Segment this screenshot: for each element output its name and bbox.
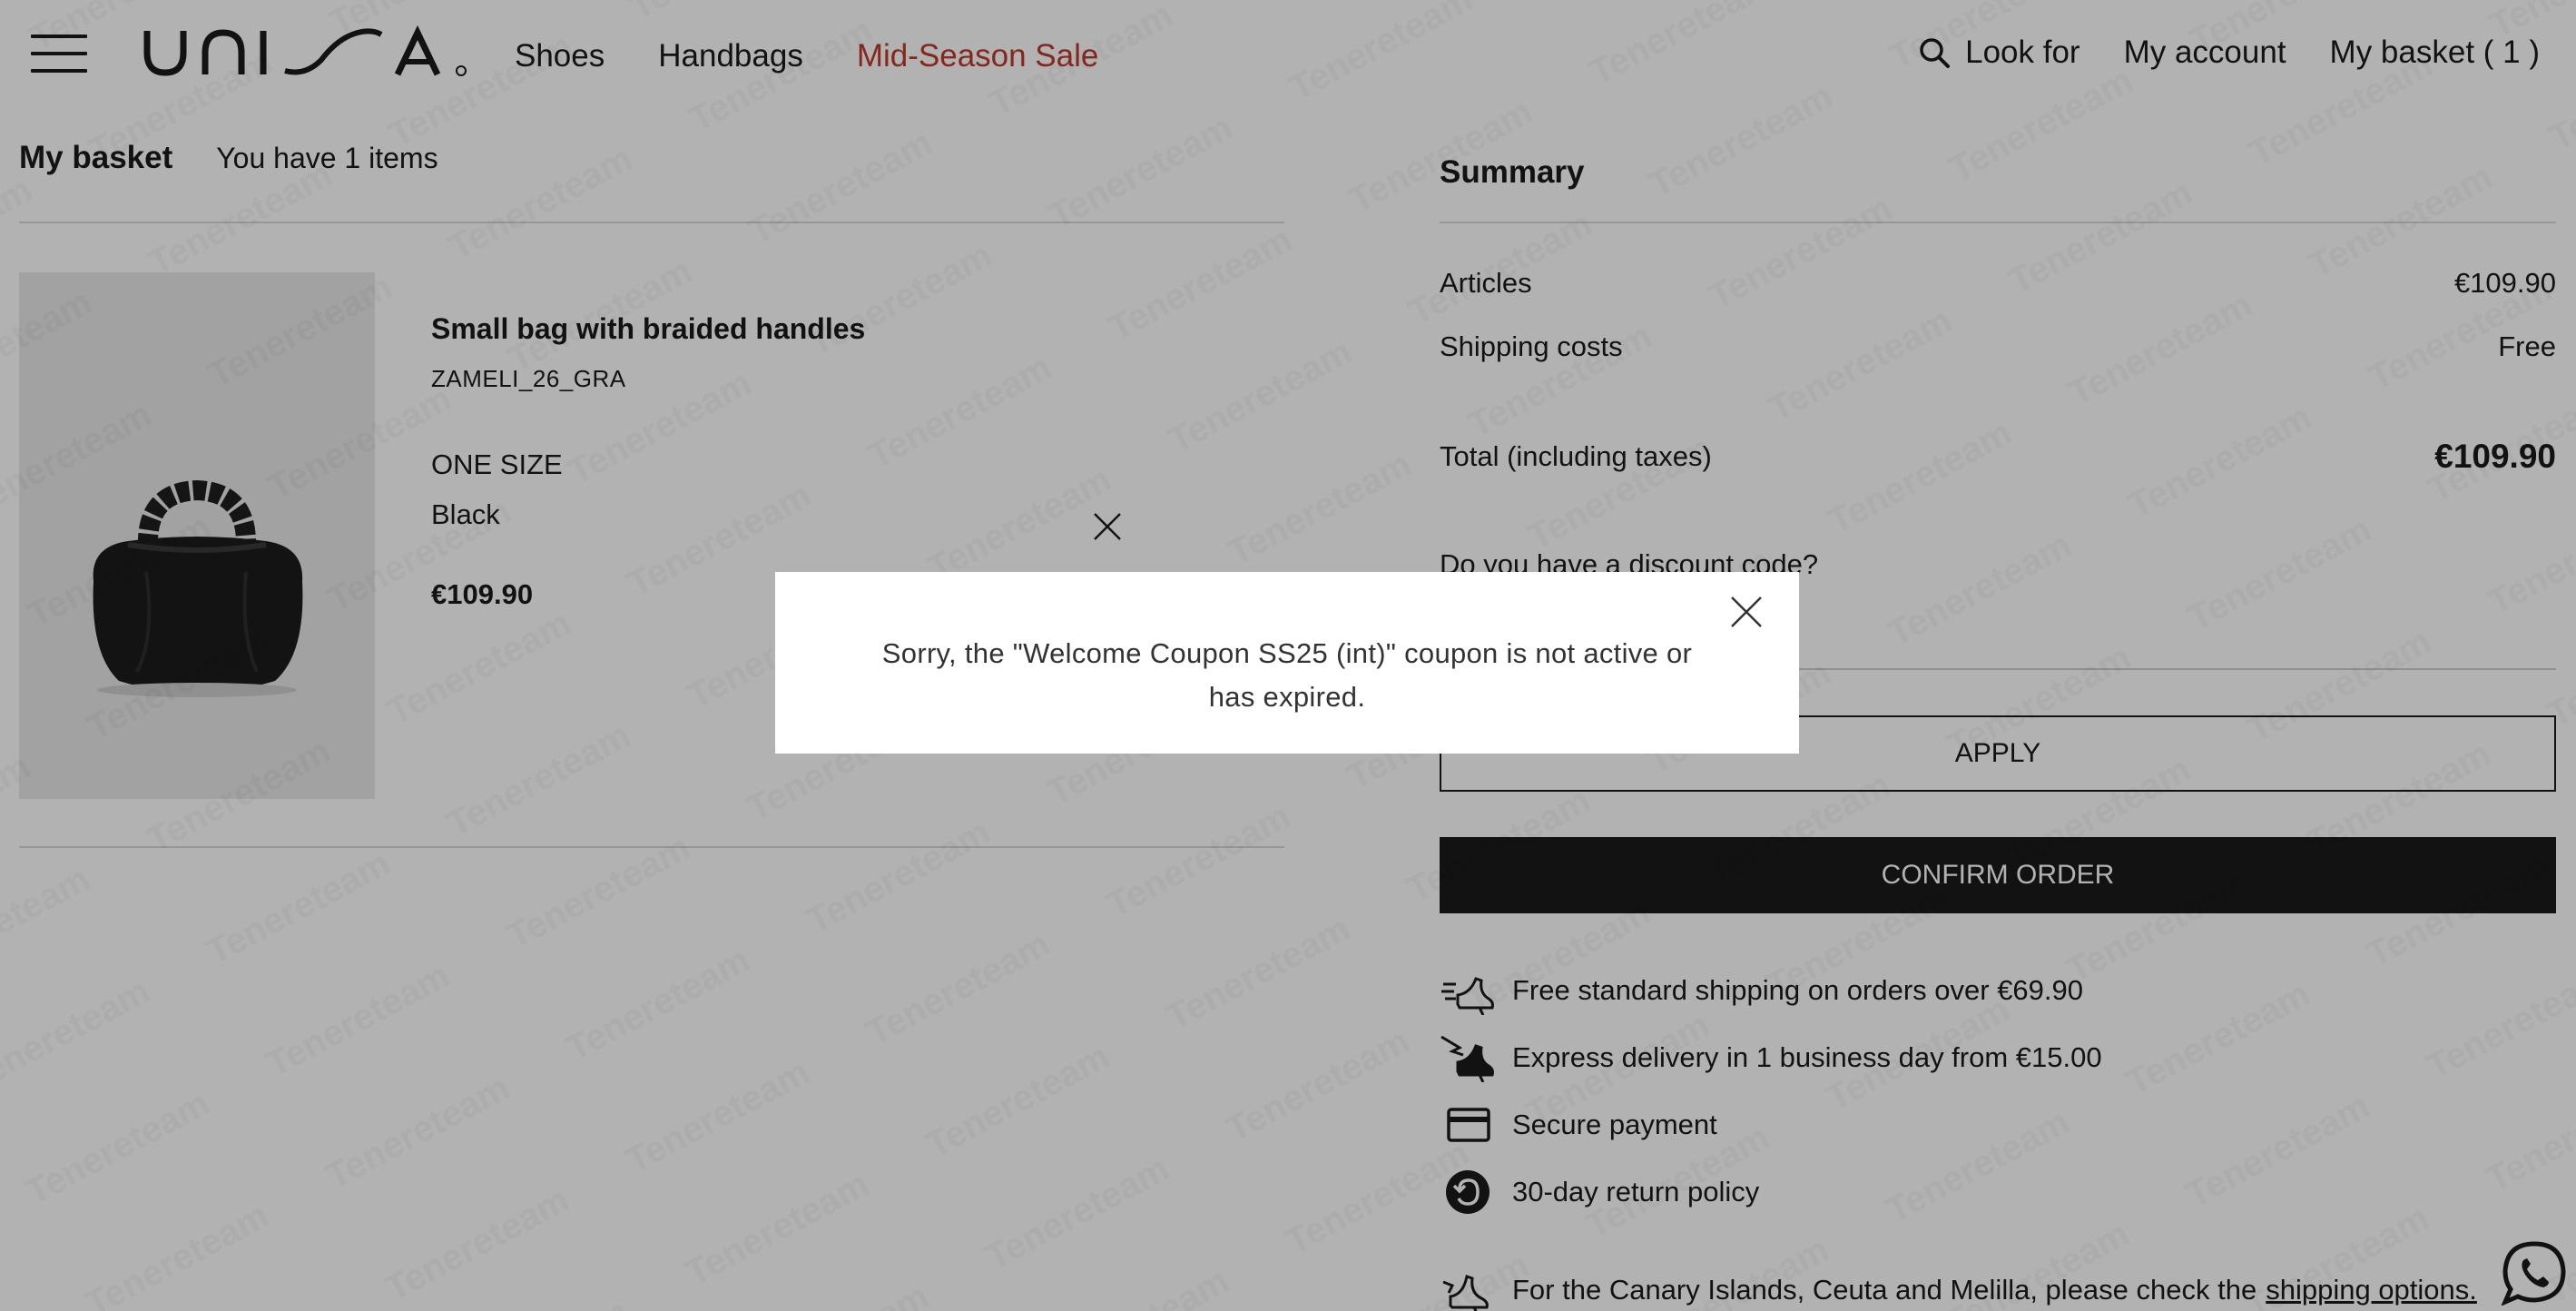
coupon-error-modal: Sorry, the "Welcome Coupon SS25 (int)" c… bbox=[775, 572, 1799, 754]
page: Shoes Handbags Mid-Season Sale Look for … bbox=[0, 0, 2576, 1311]
modal-close-icon[interactable] bbox=[1728, 594, 1765, 630]
coupon-error-message: Sorry, the "Welcome Coupon SS25 (int)" c… bbox=[881, 637, 1693, 713]
